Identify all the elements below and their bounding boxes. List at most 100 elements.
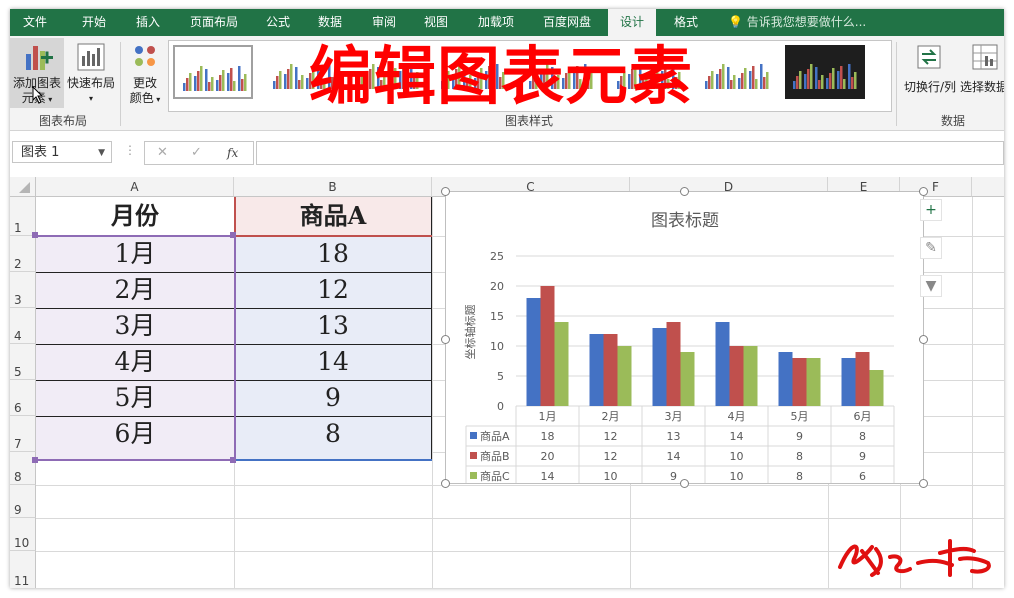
- quick-layout-button[interactable]: 快速布局 ▾: [66, 38, 116, 108]
- data-table-value: 9: [670, 470, 677, 483]
- table-cell-value-a[interactable]: 9: [234, 380, 432, 416]
- table-cell-month[interactable]: 3月: [36, 308, 234, 344]
- cancel-icon[interactable]: ✕: [157, 142, 168, 164]
- range-handle[interactable]: [230, 232, 236, 238]
- row-header-4[interactable]: 4: [10, 308, 36, 344]
- tab-insert[interactable]: 插入: [126, 9, 170, 36]
- data-table-value: 12: [604, 450, 618, 463]
- chart-style-thumbnail[interactable]: [785, 45, 865, 99]
- bar-商品C-3月: [680, 352, 695, 406]
- table-cell-month[interactable]: 1月: [36, 236, 234, 272]
- chart-elements-plus-icon[interactable]: +: [920, 199, 942, 221]
- chart-resize-handle[interactable]: [680, 187, 689, 196]
- tab-design[interactable]: 设计: [608, 9, 656, 36]
- row-header-10[interactable]: 10: [10, 518, 36, 551]
- row-header-2[interactable]: 2: [10, 236, 36, 272]
- table-cell-month[interactable]: 2月: [36, 272, 234, 308]
- column-header-b[interactable]: B: [234, 177, 432, 197]
- header-product-a[interactable]: 商品A: [234, 197, 432, 236]
- chart-styles-brush-icon[interactable]: ✎: [920, 237, 942, 259]
- data-table-value: 8: [796, 470, 803, 483]
- dropdown-arrow-icon: ▾: [153, 95, 161, 104]
- chart-resize-handle[interactable]: [441, 335, 450, 344]
- x-tick-label: 6月: [854, 410, 872, 423]
- table-cell-value-a[interactable]: 18: [234, 236, 432, 272]
- data-table-value: 14: [730, 430, 744, 443]
- table-cell-month[interactable]: 4月: [36, 344, 234, 380]
- chart-resize-handle[interactable]: [919, 187, 928, 196]
- tab-data[interactable]: 数据: [308, 9, 352, 36]
- data-table-value: 8: [859, 430, 866, 443]
- tell-me-search[interactable]: 💡 告诉我您想要做什么...: [728, 9, 866, 36]
- tell-me-text: 告诉我您想要做什么...: [746, 15, 867, 29]
- chart-style-thumbnail[interactable]: [173, 45, 253, 99]
- header-month[interactable]: 月份: [36, 197, 234, 236]
- switch-row-column-label: 切换行/列: [903, 80, 957, 94]
- table-cell-value-a[interactable]: 8: [234, 416, 432, 452]
- tab-review[interactable]: 审阅: [362, 9, 406, 36]
- range-handle[interactable]: [32, 232, 38, 238]
- row-header-6[interactable]: 6: [10, 380, 36, 416]
- drag-handle-icon[interactable]: ⋮: [124, 143, 136, 157]
- x-tick-label: 4月: [728, 410, 746, 423]
- switch-row-column-button[interactable]: 切换行/列: [902, 38, 958, 108]
- select-data-button[interactable]: 选择数据: [960, 38, 1004, 108]
- name-box[interactable]: 图表 1 ▼: [12, 141, 112, 163]
- tab-formulas[interactable]: 公式: [256, 9, 300, 36]
- add-chart-element-button[interactable]: 添加图表 元素 ▾: [10, 38, 64, 108]
- select-data-label: 选择数据: [960, 80, 1004, 94]
- row-header-3[interactable]: 3: [10, 272, 36, 308]
- legend-key-商品B: [470, 452, 477, 459]
- select-all-corner[interactable]: [10, 177, 36, 197]
- chart-filter-icon[interactable]: ▼: [920, 275, 942, 297]
- table-cell-month[interactable]: 6月: [36, 416, 234, 452]
- row-header-1[interactable]: 1: [10, 197, 36, 236]
- tab-baidu-netdisk[interactable]: 百度网盘: [534, 9, 600, 36]
- table-cell-value-a[interactable]: 13: [234, 308, 432, 344]
- chart-resize-handle[interactable]: [680, 479, 689, 488]
- change-colors-button[interactable]: 更改 颜色 ▾: [124, 38, 166, 108]
- tab-addins[interactable]: 加载项: [468, 9, 524, 36]
- formula-input[interactable]: [256, 141, 1004, 165]
- row-header-5[interactable]: 5: [10, 344, 36, 380]
- data-table-value: 6: [859, 470, 866, 483]
- bar-商品A-4月: [715, 322, 730, 406]
- bar-商品B-6月: [855, 352, 870, 406]
- chevron-down-icon[interactable]: ▼: [98, 142, 105, 164]
- tab-file[interactable]: 文件: [10, 9, 60, 36]
- table-cell-value-a[interactable]: 14: [234, 344, 432, 380]
- range-handle[interactable]: [32, 457, 38, 463]
- column-header-g[interactable]: [972, 177, 1004, 197]
- row-header-9[interactable]: 9: [10, 485, 36, 518]
- switch-row-column-icon: [917, 45, 941, 69]
- legend-key-商品A: [470, 432, 477, 439]
- table-cell-value-a[interactable]: 12: [234, 272, 432, 308]
- data-table-value: 13: [667, 430, 681, 443]
- chart-object[interactable]: 图表标题 坐标轴标题 0 5 10 15 20 25 1月 2月 3月 4月 5月 6月 商品A 18 12 13…: [445, 191, 924, 487]
- range-border-purple: [36, 459, 234, 461]
- row-header-7[interactable]: 7: [10, 416, 36, 452]
- tab-home[interactable]: 开始: [72, 9, 116, 36]
- chart-style-thumbnail[interactable]: [697, 45, 777, 99]
- chart-resize-handle[interactable]: [919, 479, 928, 488]
- tab-format[interactable]: 格式: [664, 9, 708, 36]
- chart-resize-handle[interactable]: [441, 479, 450, 488]
- tab-view[interactable]: 视图: [414, 9, 458, 36]
- table-cell-month[interactable]: 5月: [36, 380, 234, 416]
- tab-page-layout[interactable]: 页面布局: [182, 9, 246, 36]
- bar-商品C-6月: [869, 370, 884, 406]
- x-tick-label: 5月: [791, 410, 809, 423]
- column-header-a[interactable]: A: [36, 177, 234, 197]
- data-table-value: 14: [667, 450, 681, 463]
- chart-resize-handle[interactable]: [441, 187, 450, 196]
- quick-layout-icon: [77, 43, 105, 71]
- bar-商品B-2月: [603, 334, 618, 406]
- range-border-red: [234, 235, 432, 237]
- insert-function-icon[interactable]: fx: [227, 142, 238, 164]
- chart-resize-handle[interactable]: [919, 335, 928, 344]
- enter-icon[interactable]: ✓: [191, 142, 202, 164]
- range-handle[interactable]: [230, 457, 236, 463]
- row-header-11[interactable]: 11: [10, 551, 36, 588]
- signature-logo: [838, 539, 991, 577]
- bar-商品C-2月: [617, 346, 632, 406]
